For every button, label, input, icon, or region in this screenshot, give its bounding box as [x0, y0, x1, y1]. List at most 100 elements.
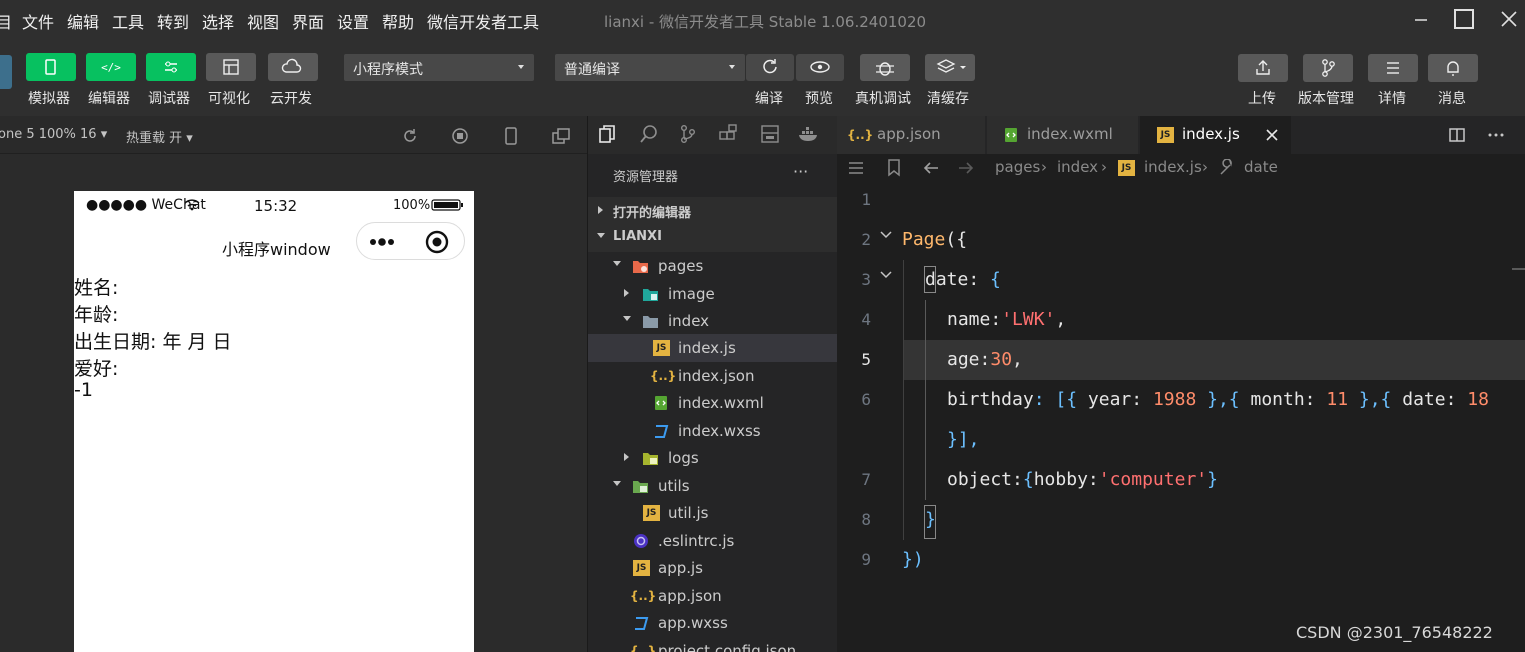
remote-debug-button[interactable]: [860, 54, 910, 81]
device-select[interactable]: one 5 100% 16 ▾: [0, 127, 107, 142]
rotate-icon[interactable]: [401, 127, 419, 145]
line-number: 8: [861, 510, 871, 529]
menu-item-view[interactable]: 视图: [247, 9, 279, 33]
code-line[interactable]: 2 Page({: [837, 220, 1525, 260]
search-icon[interactable]: [639, 124, 659, 144]
tree-item-util-js[interactable]: JS util.js: [588, 499, 837, 527]
breadcrumb-item[interactable]: index.js: [1144, 158, 1202, 176]
back-arrow-icon[interactable]: [922, 160, 940, 176]
menu-item-devtools[interactable]: 微信开发者工具: [427, 9, 539, 33]
code-token: 18: [1467, 389, 1489, 410]
cloud-dev-button[interactable]: [268, 53, 318, 81]
extensions-icon[interactable]: [718, 124, 738, 144]
clear-cache-label: 清缓存: [927, 91, 969, 107]
forward-arrow-icon[interactable]: [957, 160, 975, 176]
menu-item-help[interactable]: 帮助: [382, 9, 414, 33]
preview-button[interactable]: [796, 54, 844, 81]
more-actions-icon[interactable]: [1487, 127, 1505, 143]
tab-index-wxml[interactable]: index.wxml: [987, 116, 1139, 154]
menu-item-project[interactable]: 目: [0, 9, 12, 33]
tree-item-utils[interactable]: utils: [588, 472, 837, 500]
menu-item-edit[interactable]: 编辑: [67, 9, 99, 33]
tree-item-pages[interactable]: pages: [588, 252, 837, 280]
tree-item-app-wxss[interactable]: app.wxss: [588, 609, 837, 637]
visual-toggle-button[interactable]: [206, 53, 256, 81]
fold-chevron-icon[interactable]: [879, 228, 893, 242]
explorer-more-button[interactable]: ···: [793, 162, 808, 181]
tree-item-index-wxml[interactable]: index.wxml: [588, 389, 837, 417]
docker-icon[interactable]: [797, 124, 821, 144]
tree-item-app-js[interactable]: JS app.js: [588, 554, 837, 582]
menu-item-settings[interactable]: 设置: [337, 9, 369, 33]
menu-item-interface[interactable]: 界面: [292, 9, 324, 33]
messages-button[interactable]: [1428, 54, 1478, 82]
mode-select[interactable]: 小程序模式: [344, 54, 534, 81]
tree-item-index-json[interactable]: {..} index.json: [588, 362, 837, 390]
tree-item-label: project.config.json: [658, 642, 797, 652]
code-line[interactable]: 4 name:'LWK',: [837, 300, 1525, 340]
outline-icon[interactable]: [847, 160, 865, 176]
chevron-down-icon: [613, 481, 621, 486]
project-section[interactable]: LIANXI: [588, 224, 837, 252]
window-title: lianxi - 微信开发者工具 Stable 1.06.2401020: [604, 13, 927, 31]
code-token: birthday: [947, 389, 1034, 410]
code-line[interactable]: 6 birthday: [{ year: 1988 },{ month: 11 …: [837, 380, 1525, 420]
more-dots-icon[interactable]: [369, 235, 401, 249]
simulator-toggle-button[interactable]: [26, 53, 76, 81]
version-control-button[interactable]: [1303, 54, 1353, 82]
close-tab-icon[interactable]: [1265, 128, 1279, 142]
hot-reload-toggle[interactable]: 热重载 开 ▾: [126, 127, 193, 146]
open-editors-section[interactable]: 打开的编辑器: [588, 197, 837, 225]
code-line[interactable]: 9 }): [837, 540, 1525, 580]
compile-mode-select[interactable]: 普通编译: [555, 54, 745, 81]
debugger-toggle-button[interactable]: [146, 53, 196, 81]
avatar[interactable]: [0, 55, 12, 89]
tab-index-js[interactable]: JS index.js: [1140, 116, 1292, 154]
menu-item-goto[interactable]: 转到: [157, 9, 189, 33]
bookmark-icon[interactable]: [887, 159, 901, 177]
minimize-button[interactable]: [1406, 6, 1436, 34]
compile-button[interactable]: [746, 54, 794, 81]
menu-item-tools[interactable]: 工具: [112, 9, 144, 33]
tree-item-label: index.js: [678, 339, 736, 357]
tree-item-eslintrc[interactable]: .eslintrc.js: [588, 527, 837, 555]
menu-item-file[interactable]: 文件: [22, 9, 54, 33]
tree-item-index-folder[interactable]: index: [588, 307, 837, 335]
close-capsule-icon[interactable]: [425, 230, 449, 254]
fold-chevron-icon[interactable]: [879, 268, 893, 282]
code-token: ({: [945, 229, 968, 250]
code-line[interactable]: 1: [837, 180, 1525, 220]
tab-app-json[interactable]: {..} app.json: [837, 116, 986, 154]
breadcrumb-item[interactable]: date: [1244, 158, 1278, 176]
tree-item-label: index: [668, 312, 710, 330]
breadcrumb-item[interactable]: index: [1057, 158, 1098, 176]
tree-item-app-json[interactable]: {..} app.json: [588, 582, 837, 610]
tree-item-logs[interactable]: logs: [588, 444, 837, 472]
phone-icon[interactable]: [502, 126, 520, 146]
stop-icon[interactable]: [451, 127, 469, 145]
tree-item-index-js[interactable]: JS index.js: [588, 334, 837, 362]
files-icon[interactable]: [598, 124, 618, 144]
tree-item-index-wxss[interactable]: index.wxss: [588, 417, 837, 445]
code-line[interactable]: 7 object:{hobby:'computer'}: [837, 460, 1525, 500]
editor-toggle-button[interactable]: </>: [86, 53, 136, 81]
code-line[interactable]: 8 }: [837, 500, 1525, 540]
menu-item-select[interactable]: 选择: [202, 9, 234, 33]
details-button[interactable]: [1368, 54, 1418, 82]
split-editor-icon[interactable]: [1448, 127, 1466, 143]
source-control-icon[interactable]: [678, 124, 698, 144]
clear-cache-button[interactable]: [925, 54, 975, 81]
code-line[interactable]: 5 age:30,: [837, 340, 1525, 380]
tree-item-project-config[interactable]: {..} project.config.json: [588, 637, 837, 652]
close-window-button[interactable]: [1494, 6, 1524, 34]
popout-icon[interactable]: [551, 127, 571, 145]
capsule-menu[interactable]: [356, 222, 465, 260]
breadcrumb-item[interactable]: pages: [995, 158, 1040, 176]
storage-icon[interactable]: [760, 124, 780, 144]
tree-item-image[interactable]: image: [588, 280, 837, 308]
layers-icon: [936, 59, 966, 73]
code-line[interactable]: }],: [837, 420, 1525, 460]
maximize-button[interactable]: [1449, 6, 1479, 34]
upload-button[interactable]: [1238, 54, 1288, 82]
code-line[interactable]: 3 date: {: [837, 260, 1525, 300]
